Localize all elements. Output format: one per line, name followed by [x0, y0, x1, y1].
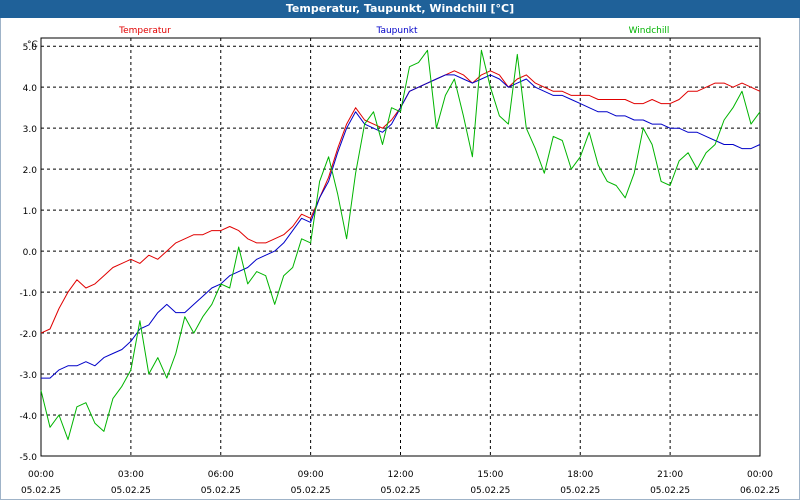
x-tick-time-label: 03:00	[118, 470, 144, 480]
y-tick-label: -5.0	[19, 453, 37, 463]
x-tick-time-label: 06:00	[208, 470, 234, 480]
x-tick-date-label: 05.02.25	[470, 486, 510, 496]
x-tick-time-label: 18:00	[567, 470, 593, 480]
legend-entry: Taupunkt	[375, 26, 418, 36]
y-tick-label: 1.0	[23, 207, 38, 217]
x-tick-time-label: 12:00	[388, 470, 414, 480]
chart-title: Temperatur, Taupunkt, Windchill [°C]	[0, 0, 800, 18]
y-tick-label: 3.0	[23, 125, 38, 135]
x-tick-date-label: 05.02.25	[291, 486, 331, 496]
x-tick-date-label: 05.02.25	[380, 486, 420, 496]
chart-area: -5.0 -4.0 -3.0 -2.0 -1.0 0.0 1.0 2.0 3.0 4.0 5.0 00…	[0, 18, 800, 500]
y-tick-label: 4.0	[23, 84, 38, 94]
x-tick-date-label: 06.02.25	[740, 486, 780, 496]
x-tick-date-label: 05.02.25	[201, 486, 241, 496]
y-tick-label: -4.0	[19, 412, 37, 422]
legend-entry: Windchill	[629, 26, 670, 36]
x-tick-time-label: 21:00	[657, 470, 683, 480]
y-tick-label: -2.0	[19, 330, 37, 340]
y-tick-label: -1.0	[19, 289, 37, 299]
x-tick-date-label: 05.02.25	[111, 486, 151, 496]
y-tick-label: 2.0	[23, 166, 38, 176]
x-tick-date-label: 05.02.25	[21, 486, 61, 496]
x-tick-time-label: 00:00	[28, 470, 54, 480]
x-tick-time-label: 15:00	[477, 470, 503, 480]
x-tick-date-label: 05.02.25	[650, 486, 690, 496]
y-axis-unit-label: °C	[27, 40, 38, 50]
y-tick-label: -3.0	[19, 371, 37, 381]
y-tick-label: 0.0	[23, 248, 38, 258]
legend-entry: Temperatur	[118, 26, 171, 36]
x-tick-time-label: 09:00	[298, 470, 324, 480]
x-tick-time-label: 00:00	[747, 470, 773, 480]
x-tick-date-label: 05.02.25	[560, 486, 600, 496]
line-chart: -5.0-4.0-3.0-2.0-1.00.01.02.03.04.05.000…	[19, 26, 780, 496]
